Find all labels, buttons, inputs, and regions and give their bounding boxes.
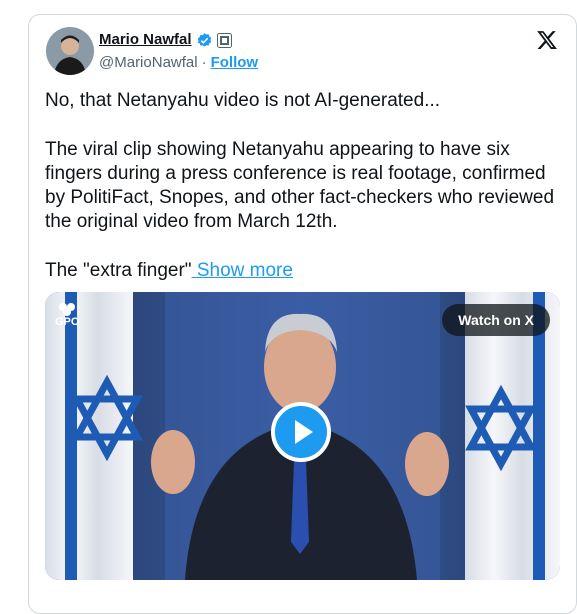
author-name[interactable]: Mario Nawfal: [99, 30, 192, 50]
avatar[interactable]: [46, 27, 94, 75]
tweet-card[interactable]: Mario Nawfal @MarioNawfal · Follow No, t…: [28, 14, 577, 614]
gpo-logo-icon: [59, 303, 76, 316]
tweet-truncated-paragraph: The "extra finger" Show more: [45, 259, 555, 283]
truncated-text: The "extra finger": [45, 260, 192, 281]
author-handle[interactable]: @MarioNawfal: [99, 53, 198, 73]
author-name-row: Mario Nawfal: [99, 30, 232, 50]
gpo-label: GPO: [55, 316, 80, 328]
tweet-paragraph: The viral clip showing Netanyahu appeari…: [45, 139, 555, 232]
verified-badge-icon: [197, 32, 211, 47]
video-player[interactable]: GPO Watch on X: [45, 292, 560, 580]
play-button[interactable]: [271, 402, 331, 462]
author-handle-row: @MarioNawfal · Follow: [99, 53, 258, 73]
watch-on-x-button[interactable]: Watch on X: [442, 304, 550, 336]
follow-button[interactable]: Follow: [211, 53, 259, 73]
show-more-link[interactable]: Show more: [192, 260, 293, 281]
gpo-watermark: GPO: [55, 302, 79, 328]
separator-dot: ·: [201, 54, 207, 71]
israeli-flag-left: [45, 292, 143, 580]
x-logo-icon[interactable]: [536, 29, 558, 51]
affiliate-badge-icon: [216, 32, 232, 48]
play-icon: [295, 420, 313, 444]
tweet-paragraph: No, that Netanyahu video is not AI-gener…: [45, 90, 441, 111]
avatar-image: [46, 27, 94, 75]
tweet-text: No, that Netanyahu video is not AI-gener…: [45, 89, 555, 308]
